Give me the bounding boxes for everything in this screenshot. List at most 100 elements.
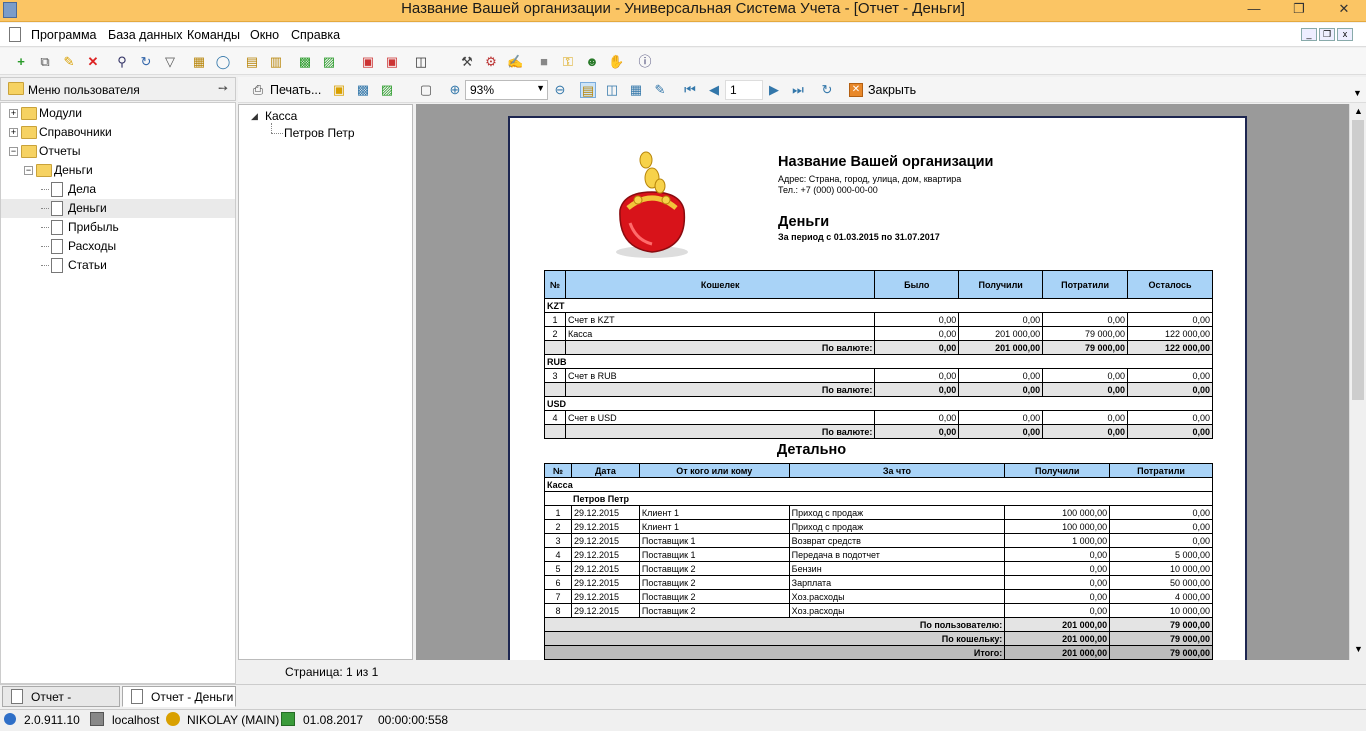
- printer-icon[interactable]: ⎙: [250, 82, 266, 98]
- notes-icon[interactable]: ✍: [507, 54, 523, 70]
- print-button[interactable]: Печать...: [270, 83, 321, 97]
- scroll-up-icon[interactable]: ▲: [1354, 106, 1363, 116]
- zoom-in-icon[interactable]: ⊕: [447, 82, 463, 98]
- lock-icon[interactable]: ■: [536, 54, 552, 70]
- tree-node[interactable]: + Модули: [1, 104, 235, 123]
- detail-row: 1 29.12.2015 Клиент 1 Приход с продаж 100 00…: [544, 505, 1213, 520]
- tree-child-user[interactable]: Петров Петр: [284, 126, 355, 140]
- close-report-button[interactable]: Закрыть: [868, 83, 916, 97]
- first-page-icon[interactable]: ⏮: [682, 82, 698, 98]
- prev-page-icon[interactable]: ◀: [706, 82, 722, 98]
- mdi-close-button[interactable]: x: [1337, 28, 1353, 41]
- detail-row: 5 29.12.2015 Поставщик 2 Бензин 0,00 10 000,0…: [544, 561, 1213, 576]
- collapse-icon[interactable]: −: [24, 166, 33, 175]
- add-icon[interactable]: +: [13, 54, 29, 70]
- next-page-icon[interactable]: ▶: [766, 82, 782, 98]
- summary-cell: 3: [544, 368, 566, 383]
- expand-icon[interactable]: +: [9, 109, 18, 118]
- search-icon[interactable]: ⚲: [114, 54, 130, 70]
- detail-cell: 5 000,00: [1109, 547, 1213, 562]
- minimize-button[interactable]: —: [1232, 0, 1276, 20]
- tree-connector: [271, 133, 283, 134]
- delete-icon[interactable]: ✕: [85, 54, 101, 70]
- edit-icon[interactable]: ✎: [61, 54, 77, 70]
- open-icon[interactable]: ▣: [331, 82, 347, 98]
- view-icon[interactable]: ◫: [413, 54, 429, 70]
- user-label: NIKOLAY (MAIN): [187, 713, 280, 727]
- tree-node[interactable]: − Деньги: [1, 161, 235, 180]
- pin-icon[interactable]: ➙: [218, 81, 228, 95]
- zoom-select[interactable]: 93% ▼: [465, 80, 548, 100]
- tab-report-money[interactable]: Отчет - Деньги: [122, 686, 236, 707]
- about-icon[interactable]: ⓘ: [637, 54, 653, 70]
- tree-connector: [41, 246, 49, 247]
- toolbar-overflow-icon[interactable]: ▼: [1353, 88, 1362, 98]
- menu-database[interactable]: База данных: [108, 28, 182, 42]
- tree-icon[interactable]: ▤: [244, 54, 260, 70]
- copy-icon[interactable]: ⧉: [37, 54, 53, 70]
- expand-icon[interactable]: +: [9, 128, 18, 137]
- tree-root-kassa[interactable]: Касса: [265, 109, 297, 123]
- currency-group-row: KZT: [544, 298, 1213, 313]
- mdi-restore-button[interactable]: ❐: [1319, 28, 1335, 41]
- refresh-icon[interactable]: ↻: [138, 54, 154, 70]
- tree-node[interactable]: Расходы: [1, 237, 235, 256]
- detail-cell: 6: [544, 575, 572, 590]
- tools-icon[interactable]: ⚒: [459, 54, 475, 70]
- tree-node[interactable]: Прибыль: [1, 218, 235, 237]
- users-icon[interactable]: ☻: [584, 54, 600, 70]
- multi-page-icon[interactable]: ▦: [628, 82, 644, 98]
- summary-cell: Касса: [564, 326, 876, 341]
- document-icon: [51, 182, 63, 197]
- chevron-down-icon[interactable]: ▼: [536, 83, 545, 93]
- zoom-out-icon[interactable]: ⊖: [552, 82, 568, 98]
- tree-node[interactable]: − Отчеты: [1, 142, 235, 161]
- edit-report-icon[interactable]: ✎: [652, 82, 668, 98]
- close-report-icon[interactable]: ✕: [849, 83, 863, 97]
- comment-icon[interactable]: ◯: [215, 54, 231, 70]
- tree-node-label: Дела: [68, 182, 97, 196]
- page-number-input[interactable]: 1: [725, 80, 763, 100]
- single-page-icon[interactable]: ▤: [580, 82, 596, 98]
- tree-node[interactable]: Дела: [1, 180, 235, 199]
- export-report-icon[interactable]: ▨: [379, 82, 395, 98]
- scroll-thumb[interactable]: [1352, 120, 1364, 400]
- reload-icon[interactable]: ↻: [819, 82, 835, 98]
- page-setup-icon[interactable]: ▢: [418, 82, 434, 98]
- tree-node[interactable]: Деньги: [1, 199, 235, 218]
- document-icon: [51, 239, 63, 254]
- export-icon[interactable]: ▩: [297, 54, 313, 70]
- mdi-minimize-button[interactable]: _: [1301, 28, 1317, 41]
- tree-node[interactable]: Статьи: [1, 256, 235, 275]
- currency-total-row: По валюте: 0,00 201 000,00 79 000,00 122 000…: [544, 340, 1213, 355]
- filter-icon[interactable]: ▽: [162, 54, 178, 70]
- maximize-button[interactable]: ❐: [1277, 0, 1321, 20]
- group-icon[interactable]: ▦: [191, 54, 207, 70]
- hand-icon[interactable]: ✋: [608, 54, 624, 70]
- key-icon[interactable]: ⚿: [560, 54, 576, 70]
- total-cell: 0,00: [1127, 424, 1213, 439]
- tab-report-expenses[interactable]: Отчет - Расходы: [2, 686, 120, 724]
- menu-commands[interactable]: Команды: [187, 28, 240, 42]
- menu-help[interactable]: Справка: [291, 28, 340, 42]
- currency-code: USD: [544, 396, 1213, 411]
- close-window-button[interactable]: ✕: [1322, 0, 1366, 20]
- save-icon[interactable]: ▩: [355, 82, 371, 98]
- close-window-icon[interactable]: ▣: [384, 54, 400, 70]
- menu-window[interactable]: Окно: [250, 28, 279, 42]
- list-icon[interactable]: ▥: [268, 54, 284, 70]
- menu-program[interactable]: Программа: [31, 28, 97, 42]
- preview-scrollbar[interactable]: ▲ ▼: [1349, 104, 1366, 660]
- settings-icon[interactable]: ⚙: [483, 54, 499, 70]
- detail-cell: Поставщик 1: [638, 533, 790, 548]
- import-icon[interactable]: ▨: [321, 54, 337, 70]
- tree-node[interactable]: + Справочники: [1, 123, 235, 142]
- scroll-down-icon[interactable]: ▼: [1354, 644, 1363, 654]
- report-preview[interactable]: Название Вашей организации Адрес: Страна…: [416, 104, 1349, 660]
- collapse-icon[interactable]: ◢: [251, 111, 258, 122]
- two-page-icon[interactable]: ◫: [604, 82, 620, 98]
- collapse-icon[interactable]: −: [9, 147, 18, 156]
- summary-header-cell: Было: [874, 270, 960, 299]
- new-window-icon[interactable]: ▣: [360, 54, 376, 70]
- last-page-icon[interactable]: ⏭: [790, 82, 806, 98]
